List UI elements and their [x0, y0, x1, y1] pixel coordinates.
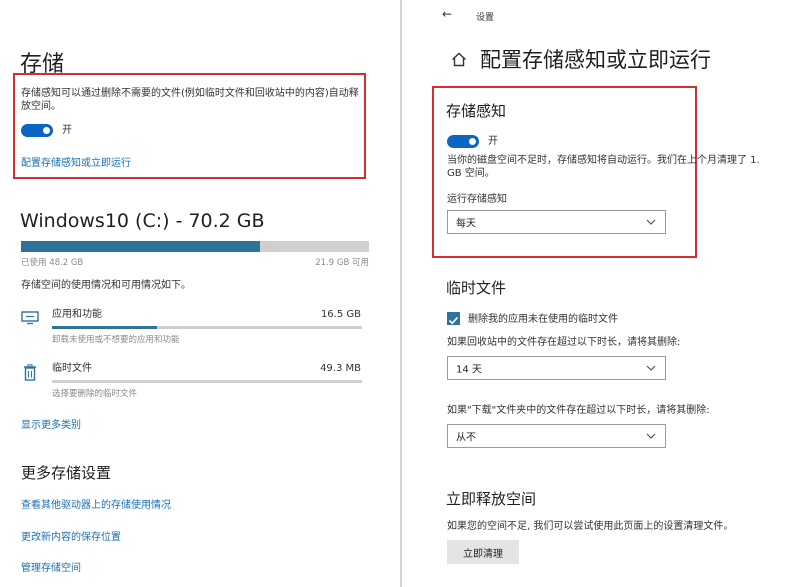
storage-sense-toggle[interactable]: [447, 135, 479, 148]
free-space-label: 21.9 GB 可用: [315, 258, 369, 268]
storage-sense-description-cont: GB 空间。: [447, 168, 495, 179]
change-save-location-link[interactable]: 更改新内容的保存位置: [21, 528, 121, 543]
storage-sense-title: 存储感知: [446, 102, 507, 120]
usage-description: 存储空间的使用情况和可用情况如下。: [21, 280, 191, 291]
category-size: 16.5 GB: [320, 309, 361, 320]
back-button[interactable]: ←: [442, 7, 452, 21]
recycle-bin-duration-select[interactable]: 14 天: [447, 356, 666, 380]
category-size: 49.3 MB: [320, 363, 361, 374]
run-storage-sense-label: 运行存储感知: [447, 194, 507, 205]
chevron-down-icon: [646, 365, 656, 371]
delete-temp-files-checkbox[interactable]: [447, 312, 460, 325]
run-frequency-select[interactable]: 每天: [447, 210, 666, 234]
category-description: 选择要删除的临时文件: [52, 389, 138, 399]
home-icon: [452, 52, 466, 67]
more-storage-settings-title: 更多存储设置: [21, 464, 112, 482]
chevron-down-icon: [646, 219, 656, 225]
page-title: 配置存储感知或立即运行: [480, 48, 711, 72]
drive-usage-bar: [21, 241, 369, 252]
trash-icon: [24, 364, 36, 381]
manage-storage-spaces-link[interactable]: 管理存储空间: [21, 559, 81, 574]
apps-icon: [21, 311, 39, 325]
category-apps[interactable]: 应用和功能 16.5 GB 卸载未使用或不想要的应用和功能: [21, 308, 369, 348]
configure-storage-sense-pane: ← 设置 配置存储感知或立即运行 存储感知 开 当你的磁盘空间不足时，存储感知将…: [402, 0, 794, 587]
toggle-state-label: 开: [62, 125, 72, 136]
category-usage-bar: [52, 380, 362, 383]
category-name: 临时文件: [52, 363, 92, 374]
drive-usage-fill: [21, 241, 261, 252]
category-description: 卸载未使用或不想要的应用和功能: [52, 335, 180, 345]
checkmark-icon: [448, 316, 459, 325]
downloads-label: 如果"下载"文件夹中的文件存在超过以下时长，请将其删除:: [447, 405, 710, 416]
storage-sense-description: 当你的磁盘空间不足时，存储感知将自动运行。我们在上个月清理了 1.: [447, 155, 760, 166]
drive-title: Windows10 (C:) - 70.2 GB: [20, 210, 265, 232]
category-usage-fill: [52, 326, 158, 329]
selected-value: 14 天: [456, 364, 482, 376]
recycle-bin-label: 如果回收站中的文件存在超过以下时长，请将其删除:: [447, 337, 681, 348]
selected-value: 每天: [456, 218, 476, 230]
delete-temp-files-label: 删除我的应用未在使用的临时文件: [468, 314, 618, 325]
other-drives-usage-link[interactable]: 查看其他驱动器上的存储使用情况: [21, 496, 171, 511]
storage-sense-toggle[interactable]: [21, 124, 53, 137]
breadcrumb: 设置: [476, 13, 495, 23]
toggle-knob: [43, 127, 50, 134]
toggle-state-label: 开: [488, 136, 498, 147]
category-usage-bar: [52, 326, 362, 329]
configure-storage-sense-link[interactable]: 配置存储感知或立即运行: [21, 154, 131, 169]
temp-files-title: 临时文件: [446, 279, 507, 297]
category-temp-files[interactable]: 临时文件 49.3 MB 选择要删除的临时文件: [21, 362, 369, 402]
category-name: 应用和功能: [52, 309, 102, 320]
storage-sense-description: 存储感知可以通过删除不需要的文件(例如临时文件和回收站中的内容)自动释放空间。: [21, 88, 359, 112]
selected-value: 从不: [456, 432, 476, 444]
clean-now-button[interactable]: 立即清理: [447, 540, 519, 564]
free-up-space-description: 如果您的空间不足, 我们可以尝试使用此页面上的设置清理文件。: [447, 521, 734, 532]
toggle-knob: [469, 138, 476, 145]
storage-settings-pane: 存储 存储感知可以通过删除不需要的文件(例如临时文件和回收站中的内容)自动释放空…: [0, 0, 398, 587]
free-up-space-title: 立即释放空间: [446, 490, 537, 508]
show-more-categories-link[interactable]: 显示更多类别: [21, 416, 81, 431]
chevron-down-icon: [646, 433, 656, 439]
downloads-duration-select[interactable]: 从不: [447, 424, 666, 448]
used-space-label: 已使用 48.2 GB: [21, 258, 84, 268]
